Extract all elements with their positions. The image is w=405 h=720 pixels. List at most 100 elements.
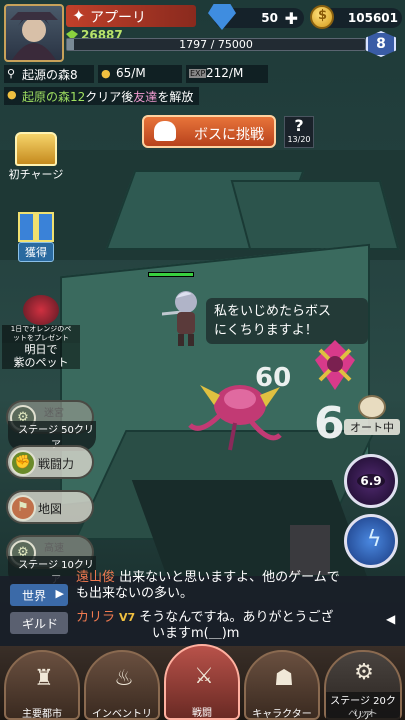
player-name-plate[interactable]: ✦ アプーリ bbox=[66, 5, 196, 27]
chat-text: そうなんですね。ありがとうござ bbox=[139, 610, 334, 625]
chat-text: 出来ないと思いますよ、他のゲームで bbox=[119, 570, 340, 585]
location-pin-icon: ⚲ bbox=[7, 67, 16, 80]
nav-pet[interactable]: ⚙ ステージ 20クリア ペット bbox=[324, 650, 402, 720]
chat-text: も出来ないの多い。 bbox=[76, 586, 194, 601]
vip-badge: V7 bbox=[119, 611, 136, 624]
unlock-stage: 起原の森12 bbox=[22, 90, 86, 104]
nav-character[interactable]: ☗ キャラクター bbox=[244, 650, 320, 720]
pet-promo-title: 紫のペット bbox=[2, 356, 80, 369]
boss-help-button[interactable]: ? 13/20 bbox=[284, 116, 314, 148]
player-name: アプーリ bbox=[90, 10, 146, 26]
lightning-icon: ϟ bbox=[367, 527, 382, 552]
pet-promo-title: 明日で bbox=[2, 343, 80, 356]
chat-tab-guild[interactable]: ギルド bbox=[10, 612, 68, 634]
skill-button-2[interactable]: ϟ bbox=[344, 514, 398, 568]
exp-rate: 212/M bbox=[206, 66, 244, 80]
unlock-feature: 友達 bbox=[133, 90, 158, 104]
area-status: ⚲ 起源の森8 bbox=[4, 65, 94, 83]
chat-text: いますm(＿)m bbox=[152, 626, 240, 641]
chat-panel[interactable]: 遠山俊 出来ないと思いますよ、他のゲームで も出来ないの多い。 世界 ▶ ギルド… bbox=[0, 570, 405, 646]
treasure-chest-icon bbox=[15, 132, 57, 166]
flag-icon: ⚑ bbox=[10, 495, 36, 521]
chat-author: 遠山俊 bbox=[76, 570, 116, 585]
nav-battle[interactable]: ⚔ 戦闘 bbox=[164, 644, 240, 720]
hero-hp-bar bbox=[148, 272, 194, 277]
skill-button-1[interactable]: 6.9 bbox=[344, 454, 398, 508]
gold-rate: 65/M bbox=[116, 66, 146, 80]
pet-promo-text: 1日でオレンジのペ bbox=[2, 325, 80, 334]
avatar-portrait-icon bbox=[10, 12, 58, 60]
pet-preview-icon bbox=[23, 295, 59, 325]
map-label: 地図 bbox=[38, 502, 63, 516]
gold-value: 105601 bbox=[347, 11, 398, 25]
chat-message: カリラ V7 そうなんですね。ありがとうござ いますm(＿)m bbox=[76, 610, 334, 642]
chat-tab-label: ギルド bbox=[22, 617, 59, 631]
nav-label: インベントリ bbox=[92, 709, 152, 720]
nav-inventory[interactable]: ♨ インベントリ bbox=[84, 650, 160, 720]
express-button[interactable]: ⚙ 高速 ステージ 10クリア bbox=[6, 535, 96, 586]
nav-label: 戦闘 bbox=[192, 708, 212, 719]
first-charge-event[interactable]: 初チャージ bbox=[6, 132, 66, 182]
nav-label: キャラクター bbox=[252, 709, 312, 720]
chat-tab-world[interactable]: 世界 ▶ bbox=[10, 584, 68, 606]
gem-value: 50 bbox=[261, 11, 278, 25]
wind-up-key-icon bbox=[358, 395, 386, 419]
gift-box-icon bbox=[18, 212, 54, 242]
helmet-icon: ☗ bbox=[274, 666, 294, 691]
bag-icon: ♨ bbox=[114, 666, 134, 691]
unlock-suffix: を解放 bbox=[157, 90, 194, 104]
gold-rate-status: ● 65/M bbox=[98, 65, 182, 83]
nav-home[interactable]: ♜ 主要都市 bbox=[4, 650, 80, 720]
maze-button[interactable]: ⚙ 迷宮 ステージ 50クリア bbox=[6, 400, 96, 451]
stone-pillar bbox=[290, 525, 330, 575]
muscle-icon: ✊ bbox=[10, 450, 36, 476]
exp-rate-status: EXP 212/M bbox=[186, 65, 268, 83]
arena-label: 戦闘力 bbox=[38, 457, 75, 471]
chat-message-previous-cont: も出来ないの多い。 bbox=[76, 586, 193, 602]
question-icon: ? bbox=[294, 116, 304, 135]
pet-promo-event[interactable]: 1日でオレンジのペ ットをプレゼント 明日で 紫のペット bbox=[2, 295, 80, 369]
player-avatar[interactable] bbox=[4, 4, 64, 62]
gem-counter[interactable]: 50 ✚ bbox=[208, 4, 304, 30]
skill-cooldown: 6.9 bbox=[357, 474, 385, 488]
floor-tile bbox=[230, 180, 400, 250]
pet-promo-text: ットをプレゼント bbox=[2, 334, 80, 343]
nav-label: ペット bbox=[348, 709, 378, 720]
hero-character[interactable] bbox=[162, 282, 210, 350]
diamond-icon bbox=[208, 4, 236, 30]
auto-battle-label: オート中 bbox=[344, 419, 400, 435]
obtain-event[interactable]: 獲得 bbox=[6, 212, 66, 262]
unlock-condition: クリア後 bbox=[85, 90, 134, 104]
gold-coin-icon bbox=[310, 5, 334, 29]
exp-bar: 1797 / 75000 bbox=[66, 38, 366, 51]
dungeon-pit bbox=[131, 480, 369, 580]
express-label: 高速 bbox=[44, 543, 64, 554]
boss-attempt-count: 13/20 bbox=[287, 135, 311, 144]
class-star-icon: ✦ bbox=[72, 6, 86, 25]
viking-helmet-icon bbox=[154, 121, 176, 141]
hero-hp-fill bbox=[149, 273, 193, 276]
damage-number: 6 bbox=[314, 398, 345, 449]
play-arrow-icon: ▶ bbox=[55, 587, 64, 600]
chat-expand-icon[interactable]: ◀ bbox=[386, 612, 395, 626]
auto-battle-button[interactable]: オート中 bbox=[344, 395, 400, 439]
first-charge-label: 初チャージ bbox=[8, 168, 64, 181]
gold-counter[interactable]: 105601 bbox=[310, 5, 402, 29]
area-name: 起源の森8 bbox=[22, 68, 78, 82]
gold-bag-icon: ● bbox=[101, 67, 111, 80]
unlock-notice: ● 起原の森12クリア後友達を解放 bbox=[4, 87, 200, 105]
monster-flower-spirit[interactable] bbox=[300, 330, 370, 400]
speech-line: 私をいじめたらボス bbox=[214, 304, 332, 319]
level-badge: 8 bbox=[366, 31, 396, 57]
bottom-nav: ♜ 主要都市 ♨ インベントリ ⚔ 戦闘 ☗ キャラクター ⚙ ステージ 20ク… bbox=[0, 644, 405, 720]
damage-number: 60 bbox=[255, 363, 292, 393]
castle-icon: ♜ bbox=[34, 666, 54, 691]
chat-tab-label: 世界 bbox=[22, 589, 47, 603]
arena-button[interactable]: ✊ 戦闘力 bbox=[6, 445, 94, 479]
map-button[interactable]: ⚑ 地図 bbox=[6, 490, 94, 524]
chat-message-previous: 遠山俊 出来ないと思いますよ、他のゲームで bbox=[76, 570, 340, 586]
add-gems-icon[interactable]: ✚ bbox=[285, 9, 298, 28]
chat-author: カリラ bbox=[76, 610, 116, 625]
boss-challenge-button[interactable]: ボスに挑戦 bbox=[142, 115, 276, 148]
sword-icon: ⚔ bbox=[194, 664, 214, 689]
